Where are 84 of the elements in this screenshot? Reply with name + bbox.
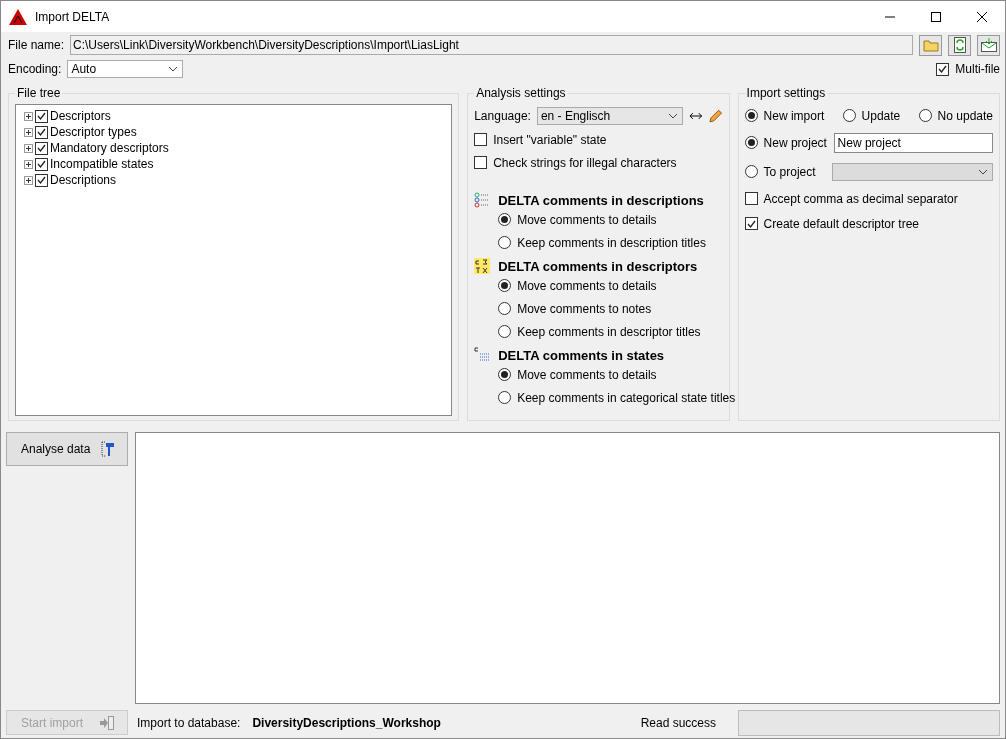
radio-button[interactable] (744, 136, 758, 149)
refresh-icon (953, 37, 966, 53)
radio-label: Move comments to details (517, 212, 657, 227)
mail-button[interactable] (977, 34, 1000, 56)
language-label: Language: (474, 109, 531, 123)
close-icon (977, 11, 987, 22)
radio-label: New import (763, 108, 825, 123)
section-title: DELTA comments in descriptors (498, 258, 698, 274)
radio-label: No update (937, 108, 993, 123)
checkbox[interactable] (474, 133, 488, 146)
radio-button[interactable] (918, 109, 932, 122)
checkbox[interactable] (474, 156, 488, 169)
envelope-icon (980, 38, 997, 52)
radio-label: Keep comments in categorical state titles (517, 390, 736, 405)
dropdown-caret-icon (667, 113, 678, 119)
analyse-data-button[interactable]: Analyse data (6, 432, 128, 466)
checkbox-label: Check strings for illegal characters (493, 155, 677, 170)
language-dropdown[interactable]: en - Englisch (536, 107, 683, 125)
tree-item-label[interactable]: Mandatory descriptors (50, 141, 169, 155)
expand-icon[interactable] (24, 159, 33, 169)
file-name-label: File name: (8, 38, 65, 52)
maximize-icon (931, 11, 941, 22)
double-arrow-icon[interactable] (688, 112, 703, 120)
tree-item-label[interactable]: Incompatible states (50, 157, 154, 171)
radio-button[interactable] (744, 109, 758, 122)
project-name-field[interactable]: New project (833, 132, 993, 153)
symbols-icon (474, 258, 491, 274)
import-arrow-icon (99, 715, 115, 730)
radio-button[interactable] (498, 302, 512, 315)
pencil-icon[interactable] (708, 108, 723, 124)
radio-label: To project (763, 164, 817, 179)
list-icon (474, 347, 491, 363)
expand-icon[interactable] (24, 143, 33, 153)
refresh-button[interactable] (948, 34, 971, 56)
tree-item-label[interactable]: Descriptions (50, 173, 117, 187)
radio-label: Move comments to details (517, 278, 657, 293)
radio-label: Update (861, 108, 901, 123)
radio-label: Move comments to notes (517, 301, 652, 316)
import-database-label: Import to database: (137, 715, 241, 730)
checkbox-label: Create default descriptor tree (763, 216, 919, 231)
list-icon (474, 192, 491, 208)
checkbox[interactable] (744, 217, 758, 230)
tree-item-label[interactable]: Descriptors (50, 109, 111, 123)
radio-button[interactable] (498, 236, 512, 249)
radio-button[interactable] (498, 391, 512, 404)
checkbox-label: Insert "variable" state (493, 132, 607, 147)
tree-item-label[interactable]: Descriptor types (50, 125, 137, 139)
app-logo-icon (9, 8, 27, 25)
group-title: Analysis settings (475, 86, 567, 100)
section-title: DELTA comments in states (498, 347, 665, 363)
checkbox[interactable] (35, 157, 48, 171)
radio-label: Keep comments in description titles (517, 235, 706, 250)
file-path-field[interactable]: C:\Users\Link\DiversityWorkbench\DiversityDescriptions\Import\LiasLight (70, 35, 913, 55)
radio-button[interactable] (498, 368, 512, 381)
expand-icon[interactable] (24, 127, 33, 137)
checkbox[interactable] (35, 109, 48, 123)
dropdown-caret-icon (168, 66, 179, 72)
expand-icon[interactable] (24, 111, 33, 121)
radio-label: Keep comments in descriptor titles (517, 324, 701, 339)
group-title: Import settings (745, 86, 827, 100)
database-name: DiversityDescriptions_Workshop (252, 715, 441, 730)
checkbox-label: Accept comma as decimal separator (763, 191, 958, 206)
section-title: DELTA comments in descriptions (498, 192, 704, 208)
encoding-label: Encoding: (8, 62, 62, 76)
window-title: Import DELTA (35, 9, 110, 24)
dropdown-caret-icon (978, 168, 988, 175)
caliper-icon (101, 441, 115, 457)
encoding-dropdown[interactable]: Auto (67, 60, 184, 78)
radio-button[interactable] (498, 279, 512, 292)
radio-button[interactable] (842, 109, 856, 122)
radio-label: New project (763, 135, 828, 150)
group-title: File tree (16, 86, 62, 100)
radio-button[interactable] (498, 325, 512, 338)
checkbox-label: Multi-file (955, 62, 1000, 76)
expand-icon[interactable] (24, 175, 33, 185)
read-success-label: Read success (640, 715, 716, 730)
radio-label: Move comments to details (517, 367, 657, 382)
folder-icon (922, 38, 939, 52)
checkbox[interactable] (35, 141, 48, 155)
checkbox[interactable] (936, 62, 950, 76)
radio-button[interactable] (498, 213, 512, 226)
checkbox[interactable] (35, 173, 48, 187)
checkbox[interactable] (35, 125, 48, 139)
checkbox[interactable] (744, 192, 758, 205)
